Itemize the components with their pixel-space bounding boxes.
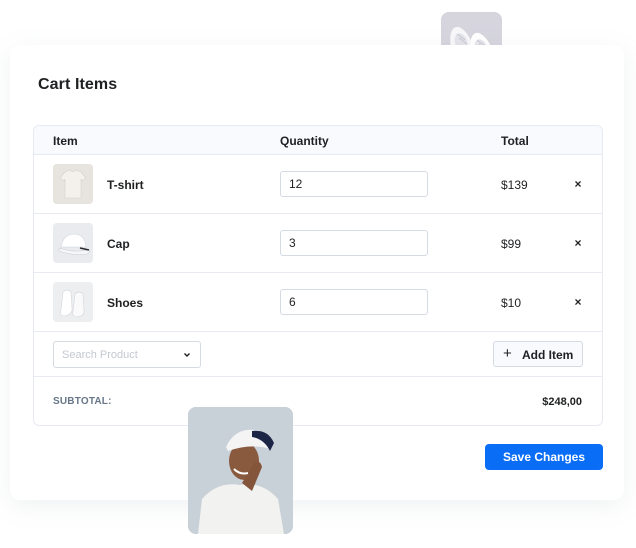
- table-row: Shoes $10 ×: [34, 273, 602, 332]
- add-item-label: Add Item: [522, 348, 574, 362]
- item-total: $10: [501, 296, 522, 310]
- item-total: $139: [501, 178, 528, 192]
- subtotal-value: $248,00: [542, 396, 582, 408]
- chevron-down-icon: [184, 353, 190, 357]
- cap-image: [53, 223, 93, 263]
- column-total: Total: [501, 134, 529, 148]
- quantity-input[interactable]: [280, 230, 428, 256]
- remove-icon[interactable]: ×: [570, 176, 586, 192]
- tshirt-image: [53, 164, 93, 204]
- item-name: Shoes: [107, 296, 144, 310]
- man-floating-image: [188, 407, 293, 534]
- subtotal-label: SUBTOTAL:: [53, 396, 112, 407]
- quantity-input[interactable]: [280, 289, 428, 315]
- table-row: T-shirt $139 ×: [34, 155, 602, 214]
- table-row: Cap $99 ×: [34, 214, 602, 273]
- column-quantity: Quantity: [280, 134, 329, 148]
- search-product-select[interactable]: Search Product: [53, 341, 201, 368]
- cart-card: Cart Items Item Quantity Total T-shirt $…: [10, 45, 624, 500]
- item-name: Cap: [107, 237, 130, 251]
- page-title: Cart Items: [38, 76, 118, 93]
- remove-icon[interactable]: ×: [570, 235, 586, 251]
- item-total: $99: [501, 237, 522, 251]
- column-item: Item: [53, 134, 78, 148]
- item-name: T-shirt: [107, 178, 144, 192]
- shoes-image: [53, 282, 93, 322]
- table-header: Item Quantity Total: [34, 126, 602, 155]
- save-button[interactable]: Save Changes: [485, 444, 603, 470]
- cart-table: Item Quantity Total T-shirt $139 ×: [33, 125, 603, 426]
- add-item-button[interactable]: + Add Item: [493, 341, 583, 367]
- search-placeholder: Search Product: [62, 349, 138, 361]
- plus-icon: +: [503, 345, 512, 362]
- add-item-row: Search Product + Add Item: [34, 332, 602, 377]
- quantity-input[interactable]: [280, 171, 428, 197]
- remove-icon[interactable]: ×: [570, 294, 586, 310]
